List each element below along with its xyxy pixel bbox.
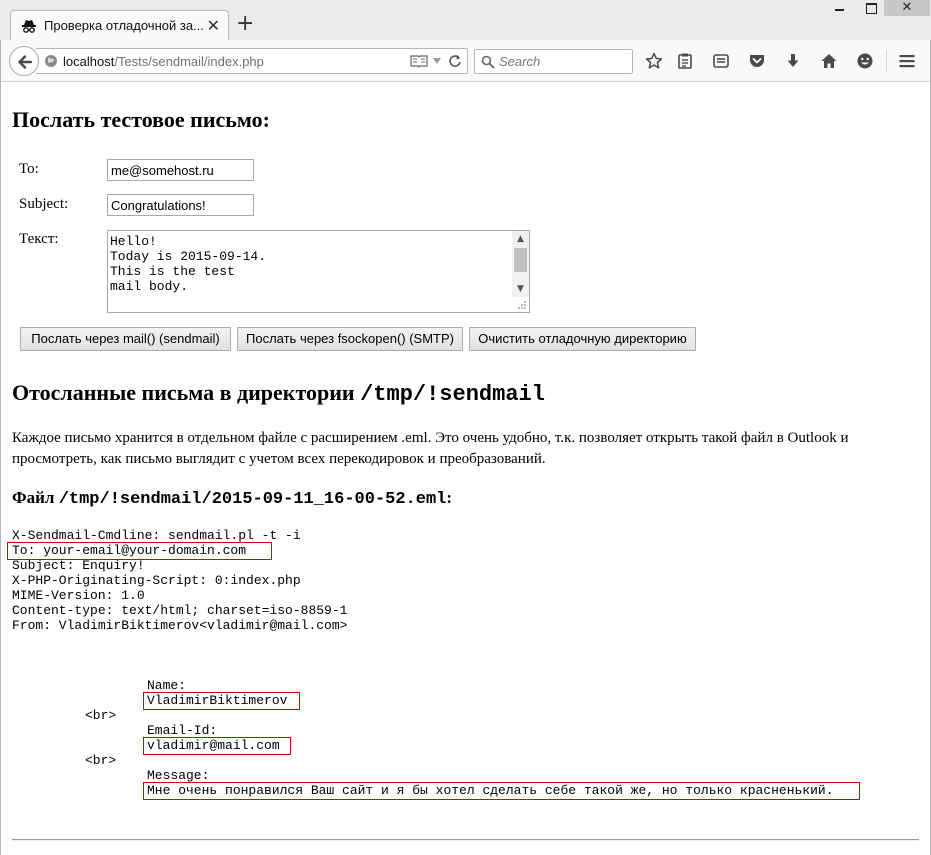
- url-text: localhost/Tests/sendmail/index.php: [63, 54, 264, 69]
- search-icon: [481, 55, 495, 69]
- send-via-fsockopen-button[interactable]: Послать через fsockopen() (SMTP): [237, 327, 463, 351]
- scroll-thumb[interactable]: [514, 248, 527, 272]
- window-border-left: [0, 40, 1, 855]
- br-tag: <br>: [85, 708, 117, 723]
- reader-view-icon[interactable]: [410, 54, 428, 68]
- download-icon[interactable]: [784, 52, 802, 70]
- text-label: Текст:: [19, 231, 59, 247]
- send-test-email-heading: Послать тестовое письмо:: [12, 107, 270, 132]
- to-input[interactable]: [107, 159, 254, 181]
- text-textarea[interactable]: Hello! Today is 2015-09-14. This is the …: [107, 230, 530, 313]
- horizontal-rule: [12, 839, 919, 841]
- pocket-icon[interactable]: [748, 52, 766, 70]
- sent-emails-heading: Отосланные письма в директории /tmp/!sen…: [12, 380, 545, 407]
- home-icon[interactable]: [820, 52, 838, 70]
- url-path: /Tests/sendmail/index.php: [114, 54, 264, 69]
- send-via-mail-button[interactable]: Послать через mail() (sendmail): [20, 327, 231, 351]
- to-header-highlight: [7, 542, 272, 560]
- close-tab-icon[interactable]: ✕: [207, 16, 220, 36]
- email-id-label: Email-Id:: [147, 723, 218, 738]
- resize-grip-icon[interactable]: [514, 299, 528, 312]
- email-header-line: X-PHP-Originating-Script: 0:index.php: [12, 573, 301, 588]
- url-bar[interactable]: localhost/Tests/sendmail/index.php: [36, 48, 468, 74]
- sent-heading-text: Отосланные письма в директории: [12, 380, 361, 405]
- textarea-scrollbar[interactable]: ▲ ▼: [512, 231, 529, 297]
- clipboard-icon[interactable]: [676, 52, 694, 70]
- email-header-line: Subject: Enquiry!: [12, 558, 145, 573]
- page-content: Послать тестовое письмо: To: Subject: Те…: [0, 83, 931, 855]
- tab-title: Проверка отладочной за...: [44, 18, 204, 33]
- back-arrow-icon: [18, 55, 33, 69]
- star-icon[interactable]: [645, 52, 663, 70]
- file-heading-path: /tmp/!sendmail/2015-09-11_16-00-52.eml: [58, 490, 447, 509]
- hamburger-menu-icon[interactable]: [898, 52, 916, 70]
- search-input[interactable]: [499, 53, 629, 70]
- file-heading: Файл /tmp/!sendmail/2015-09-11_16-00-52.…: [12, 488, 452, 509]
- email-id-highlight: [143, 737, 291, 755]
- reload-icon[interactable]: [448, 54, 462, 68]
- email-header-line: Content-type: text/html; charset=iso-885…: [12, 603, 348, 618]
- back-button[interactable]: [9, 46, 39, 76]
- email-header-line: X-Sendmail-Cmdline: sendmail.pl -t -i: [12, 528, 301, 543]
- url-host: localhost: [63, 54, 115, 69]
- message-label: Message:: [147, 768, 210, 783]
- search-bar[interactable]: [474, 49, 633, 74]
- smiley-icon[interactable]: [856, 52, 874, 70]
- name-highlight: [143, 692, 300, 710]
- synced-tabs-icon[interactable]: [712, 52, 730, 70]
- dropdown-arrow-icon[interactable]: [432, 57, 442, 65]
- file-heading-colon: :: [446, 488, 453, 507]
- sent-heading-dir: /tmp/!sendmail: [360, 382, 545, 407]
- name-label: Name:: [147, 678, 187, 693]
- spy-favicon: [22, 20, 36, 33]
- minimize-window-button[interactable]: [826, 0, 852, 16]
- to-label: To:: [19, 161, 39, 177]
- br-tag: <br>: [85, 753, 117, 768]
- scroll-up-icon[interactable]: ▲: [512, 231, 529, 247]
- scroll-down-icon[interactable]: ▼: [512, 281, 529, 297]
- subject-input[interactable]: [107, 194, 254, 216]
- globe-icon: [45, 55, 57, 67]
- description-paragraph: Каждое письмо хранится в отдельном файле…: [12, 430, 849, 467]
- toolbar-separator: [886, 50, 887, 72]
- maximize-window-button[interactable]: [857, 0, 883, 16]
- clear-debug-dir-button[interactable]: Очистить отладочную директорию: [469, 327, 696, 351]
- email-header-line: MIME-Version: 1.0: [12, 588, 145, 603]
- subject-label: Subject:: [19, 196, 69, 212]
- close-window-button[interactable]: ✕: [884, 0, 930, 16]
- email-header-line: From: VladimirBiktimerov<vladimir@mail.c…: [12, 618, 348, 633]
- browser-tab[interactable]: Проверка отладочной за... ✕: [10, 10, 229, 41]
- message-highlight: [143, 782, 860, 800]
- new-tab-button[interactable]: +: [236, 13, 254, 35]
- file-heading-text: Файл: [12, 488, 59, 507]
